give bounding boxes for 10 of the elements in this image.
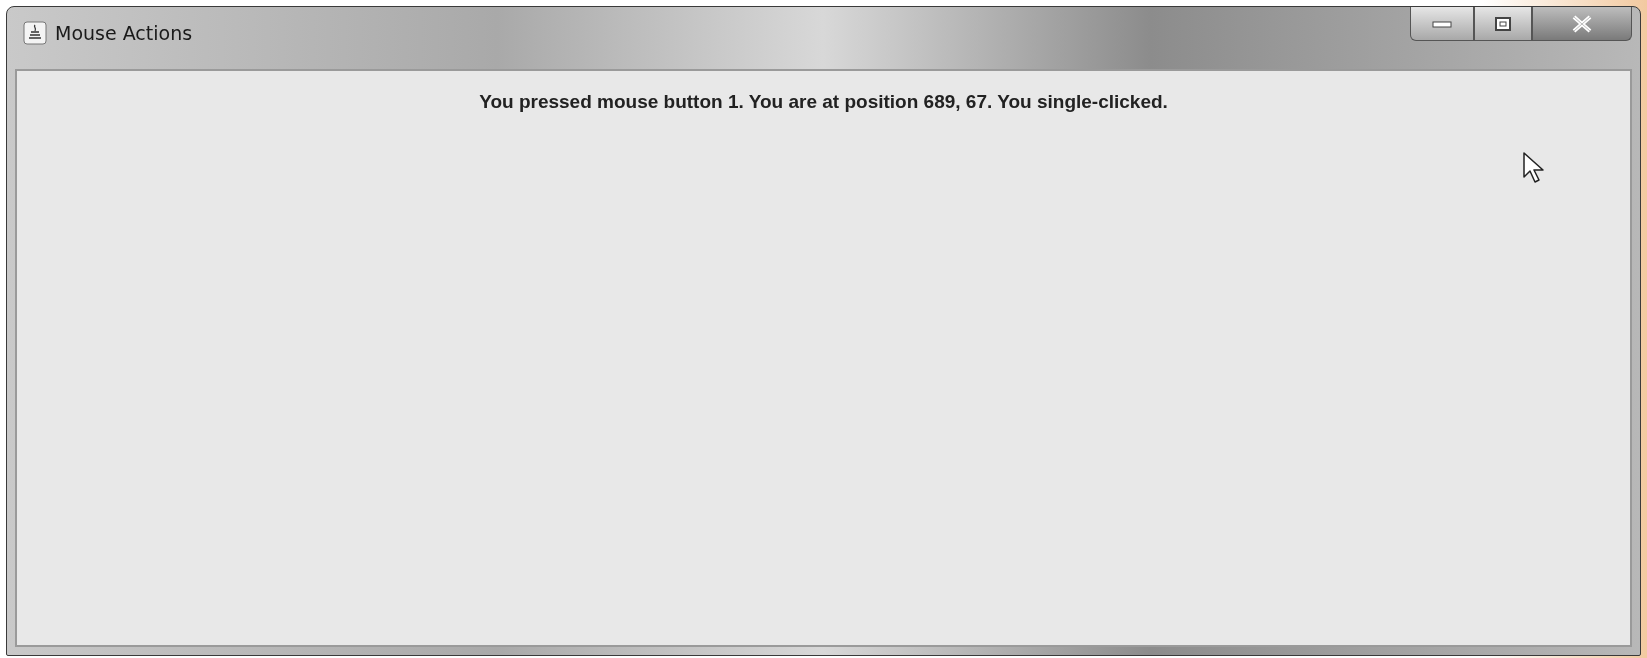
close-icon (1571, 14, 1593, 33)
window-title: Mouse Actions (55, 21, 193, 45)
maximize-button[interactable] (1474, 7, 1532, 41)
close-button[interactable] (1532, 7, 1632, 41)
maximize-icon (1494, 15, 1512, 32)
app-icon (23, 21, 47, 45)
mouse-pointer-icon (1522, 151, 1546, 185)
minimize-button[interactable] (1410, 7, 1474, 41)
status-message: You pressed mouse button 1. You are at position 689, 67. You single-clicked. (479, 91, 1168, 114)
minimize-icon (1432, 19, 1452, 28)
